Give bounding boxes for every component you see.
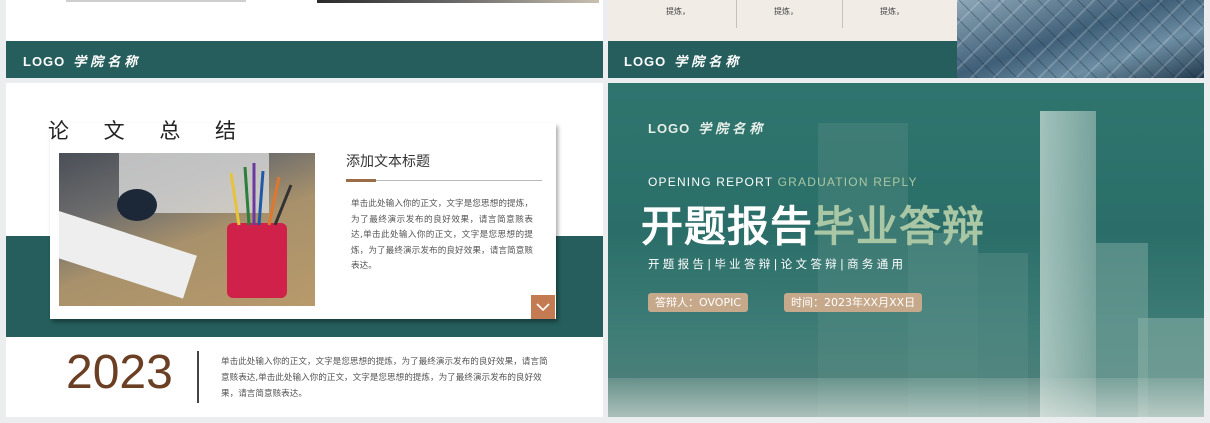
text-cell: 提炼，	[880, 7, 904, 16]
slide-cover[interactable]: LOGO 学院名称 OPENING REPORT GRADUATION REPLY…	[608, 83, 1204, 417]
desk-illustration	[45, 153, 293, 299]
title-rule-accent	[346, 179, 376, 182]
logo: LOGO 学院名称	[23, 51, 141, 70]
card-body-text: 单击此处输入你的正文，文字是您思想的提炼，为了最终演示发布的良好效果，请言简意赅…	[351, 199, 533, 271]
text-cell: 提炼，	[774, 7, 798, 16]
school-name: 学院名称	[73, 55, 142, 70]
slide-top-right[interactable]: 提炼， 提炼， 提炼， LOGO 学院名称	[608, 0, 1204, 78]
school-name: 学院名称	[698, 122, 767, 137]
defender-badge: 答辩人：OVOPIC	[648, 293, 749, 312]
logo-word: LOGO	[624, 54, 667, 69]
text-cell: 提炼，	[666, 7, 690, 16]
slide-summary[interactable]: 论 文 总 结 添加文本标题 单击此处输入你的正文，文字是您思想的提炼，为了最终…	[6, 83, 603, 417]
year-divider	[197, 351, 199, 403]
card-title: 添加文本标题	[346, 154, 430, 170]
partial-text	[66, 0, 246, 2]
english-subtitle: OPENING REPORT GRADUATION REPLY	[648, 175, 918, 189]
logo-word: LOGO	[648, 121, 691, 136]
year: 2023	[66, 346, 173, 399]
title-part-1: 开题报告	[641, 202, 814, 251]
tower-building	[1040, 111, 1096, 417]
logo-bar: LOGO 学院名称	[608, 41, 957, 78]
opening-report-text: OPENING REPORT	[648, 175, 778, 189]
time-badge: 时间：2023年XX月XX日	[784, 293, 923, 312]
logo-bar: LOGO 学院名称	[6, 41, 603, 78]
school-name: 学院名称	[674, 55, 743, 70]
chevron-down-icon-glyph	[536, 303, 550, 312]
main-title: 开题报告毕业答辩	[641, 193, 985, 254]
logo: LOGO 学院名称	[624, 51, 742, 70]
category-subtitle: 开题报告|毕业答辩|论文答辩|商务通用	[648, 257, 907, 271]
year-body-text: 单击此处输入你的正文，文字是您思想的提炼，为了最终演示发布的良好效果，请言简意赅…	[221, 357, 548, 399]
slide-top-left[interactable]: LOGO 学院名称	[6, 0, 603, 78]
logo-word: LOGO	[23, 54, 66, 69]
partial-photo	[317, 0, 599, 3]
title-part-2: 毕业答辩	[813, 202, 986, 251]
street	[608, 378, 1204, 417]
chevron-down-icon[interactable]	[531, 295, 555, 319]
slide-title: 论 文 总 结	[48, 119, 251, 143]
desk-photo	[45, 153, 315, 306]
building-photo	[957, 0, 1204, 78]
logo: LOGO 学院名称	[648, 118, 766, 137]
graduation-reply-text: GRADUATION REPLY	[777, 175, 918, 189]
